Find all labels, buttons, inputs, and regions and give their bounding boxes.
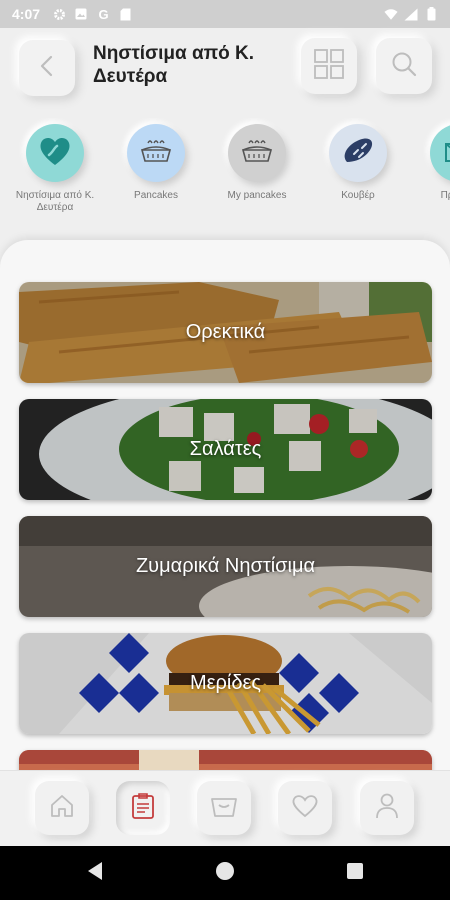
pie-icon [139, 137, 173, 170]
category-circle [127, 124, 185, 182]
category-label: Νηστίσιμα από Κ. Δευτέρα [15, 190, 95, 213]
menu-card-appetizers[interactable]: Ορεκτικά [19, 282, 432, 383]
menu-card-pasta[interactable]: Ζυμαρικά Νηστίσιμα [19, 516, 432, 617]
heart-icon [38, 135, 72, 172]
gear-icon [52, 7, 66, 21]
circle-home-icon [215, 861, 235, 886]
status-icons-left: G [52, 7, 132, 21]
bottom-navigation [0, 770, 450, 846]
photo-icon [74, 7, 88, 21]
wifi-icon [384, 7, 398, 21]
search-icon [391, 51, 417, 82]
category-item[interactable]: My pancakes [212, 124, 302, 202]
category-label: Pancakes [134, 190, 178, 201]
category-item[interactable]: Πρωι 14 [414, 124, 450, 202]
nav-basket-button[interactable] [197, 781, 251, 835]
pie-icon [240, 137, 274, 170]
heart-outline-icon [291, 793, 319, 824]
status-time: 4:07 [12, 6, 41, 22]
menu-card-portions[interactable]: Μερίδες [19, 633, 432, 734]
menu-sheet: Ορεκτικά Σαλάτες Ζυμαρικά Νηστίσιμα Μερί… [0, 240, 450, 770]
signal-icon [404, 7, 418, 21]
category-item[interactable]: Pancakes [111, 124, 201, 202]
category-circle [26, 124, 84, 182]
nav-home-button[interactable] [35, 781, 89, 835]
category-item[interactable]: Κουβέρ [313, 124, 403, 202]
card-title: Σαλάτες [189, 438, 262, 460]
category-item[interactable]: Νηστίσιμα από Κ. Δευτέρα [10, 124, 100, 214]
system-navigation-bar [0, 846, 450, 900]
back-button[interactable] [19, 40, 75, 96]
user-icon [375, 792, 399, 825]
category-label: Κουβέρ [341, 190, 375, 201]
envelope-icon [444, 139, 450, 168]
square-recents-icon [346, 862, 364, 885]
home-icon [49, 793, 75, 824]
category-circle [329, 124, 387, 182]
menu-card-salads[interactable]: Σαλάτες [19, 399, 432, 500]
sd-card-icon [118, 7, 132, 21]
nav-profile-button[interactable] [360, 781, 414, 835]
status-bar: 4:07 G [0, 0, 450, 28]
system-recents-button[interactable] [342, 860, 368, 886]
nav-menu-button[interactable] [116, 781, 170, 835]
system-home-button[interactable] [212, 860, 238, 886]
card-title: Μερίδες [189, 672, 262, 694]
status-icons-right [384, 7, 438, 21]
battery-icon [424, 7, 438, 21]
category-label: My pancakes [227, 190, 287, 201]
nav-favorites-button[interactable] [278, 781, 332, 835]
category-circle [228, 124, 286, 182]
svg-text:G: G [98, 8, 108, 21]
chevron-left-icon [38, 55, 56, 82]
card-title: Ορεκτικά [185, 321, 266, 343]
grid-icon [314, 48, 344, 84]
menu-list-icon [131, 792, 155, 825]
category-label: Πρωι 14 [440, 190, 450, 201]
page-title: Νηστίσιμα από Κ. Δευτέρα [93, 43, 255, 87]
card-title: Ζυμαρικά Νηστίσιμα [135, 555, 316, 577]
food-image [19, 750, 432, 770]
triangle-back-icon [86, 861, 104, 886]
search-button[interactable] [376, 38, 432, 94]
category-strip: Νηστίσιμα από Κ. Δευτέρα Pancakes My pan… [0, 118, 450, 228]
system-back-button[interactable] [82, 860, 108, 886]
bread-icon [341, 136, 375, 171]
category-circle [430, 124, 450, 182]
grid-view-button[interactable] [301, 38, 357, 94]
google-icon: G [96, 7, 110, 21]
header: Νηστίσιμα από Κ. Δευτέρα [0, 28, 450, 116]
menu-card-partial[interactable] [19, 750, 432, 770]
basket-icon [209, 793, 239, 824]
